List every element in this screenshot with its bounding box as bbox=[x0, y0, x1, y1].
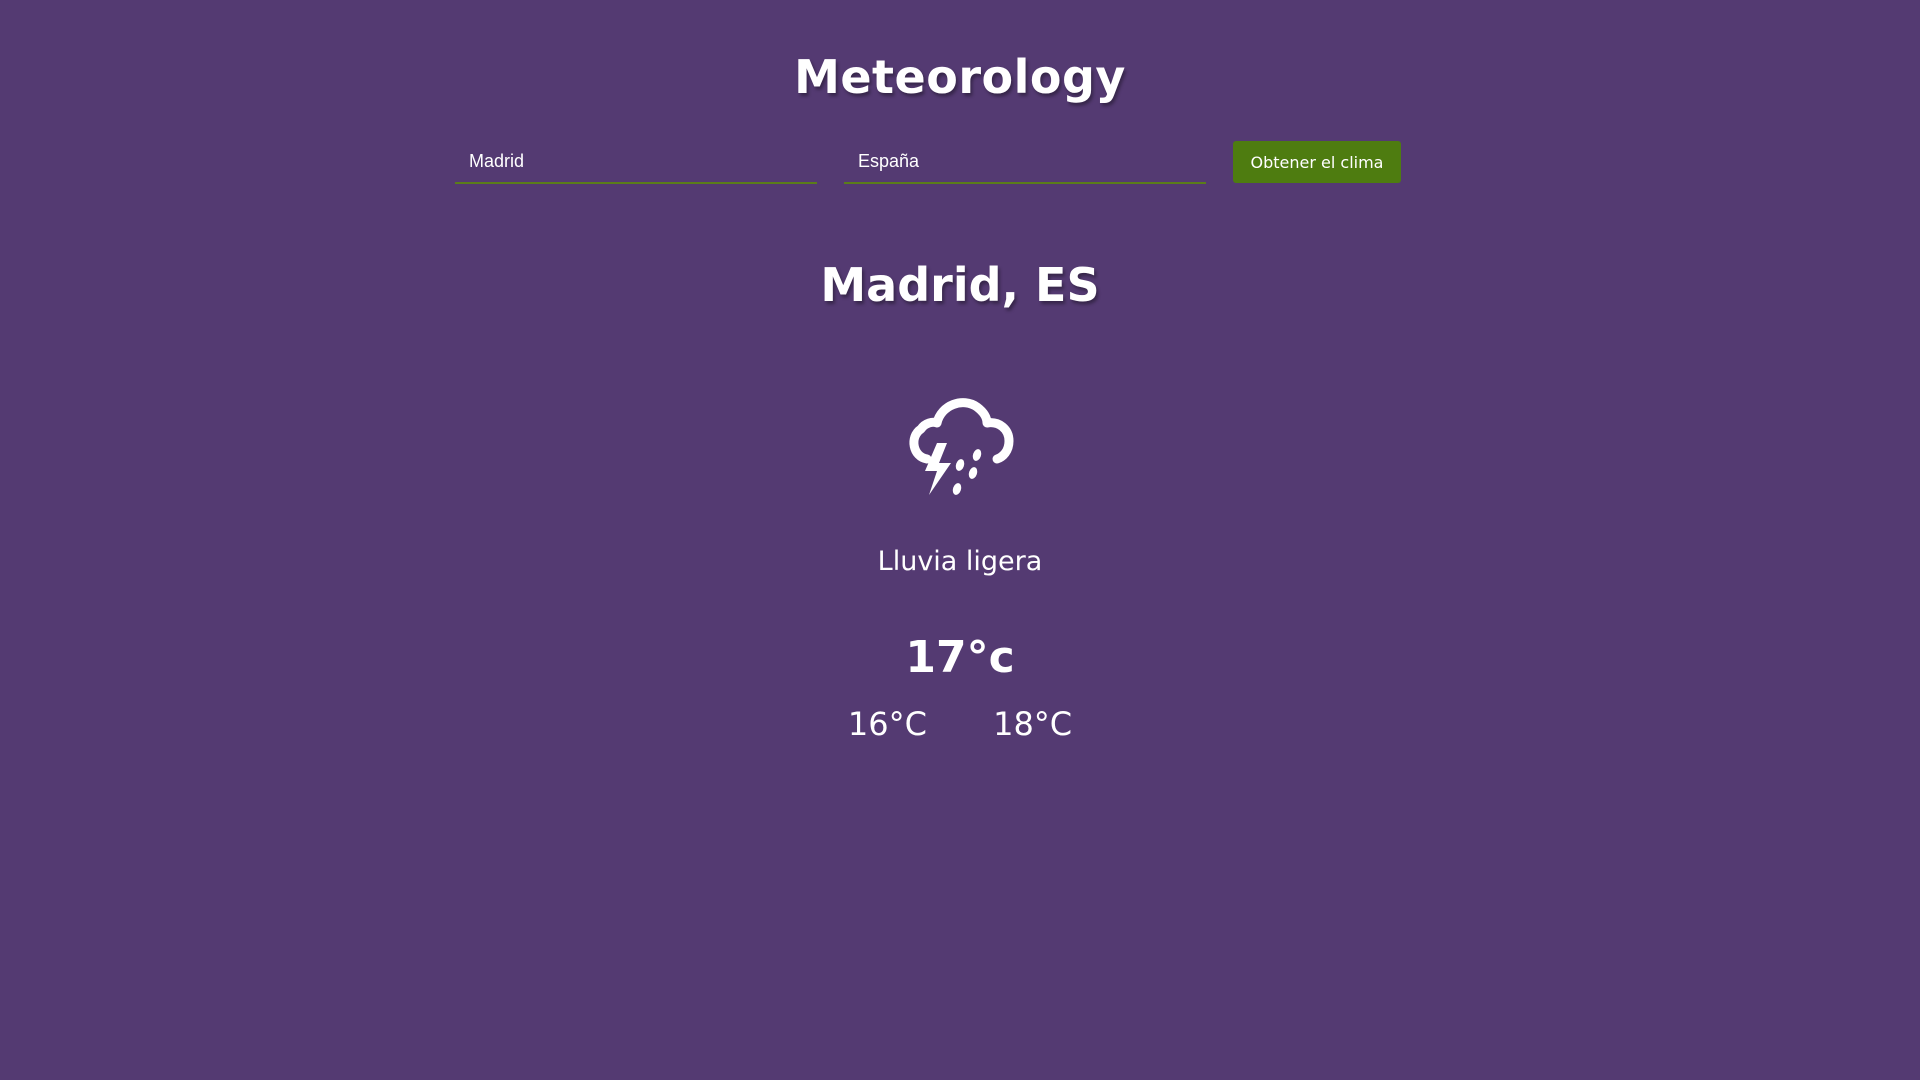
app-title: Meteorology bbox=[794, 50, 1126, 104]
max-temperature: 18°C bbox=[993, 705, 1073, 743]
city-input[interactable] bbox=[455, 140, 817, 184]
weather-app: Meteorology Obtener el clima Madrid, ES … bbox=[0, 0, 1920, 1080]
weather-search-form: Obtener el clima bbox=[455, 140, 1401, 186]
get-weather-button[interactable]: Obtener el clima bbox=[1233, 141, 1401, 183]
min-temperature: 16°C bbox=[847, 705, 927, 743]
weather-description: Lluvia ligera bbox=[877, 546, 1043, 577]
thunderstorm-rain-icon bbox=[905, 393, 1015, 498]
location-name: Madrid, ES bbox=[820, 258, 1100, 312]
country-input[interactable] bbox=[844, 140, 1206, 184]
current-temperature: 17°c bbox=[905, 632, 1015, 683]
temperature-range: 16°C 18°C bbox=[0, 705, 1920, 743]
